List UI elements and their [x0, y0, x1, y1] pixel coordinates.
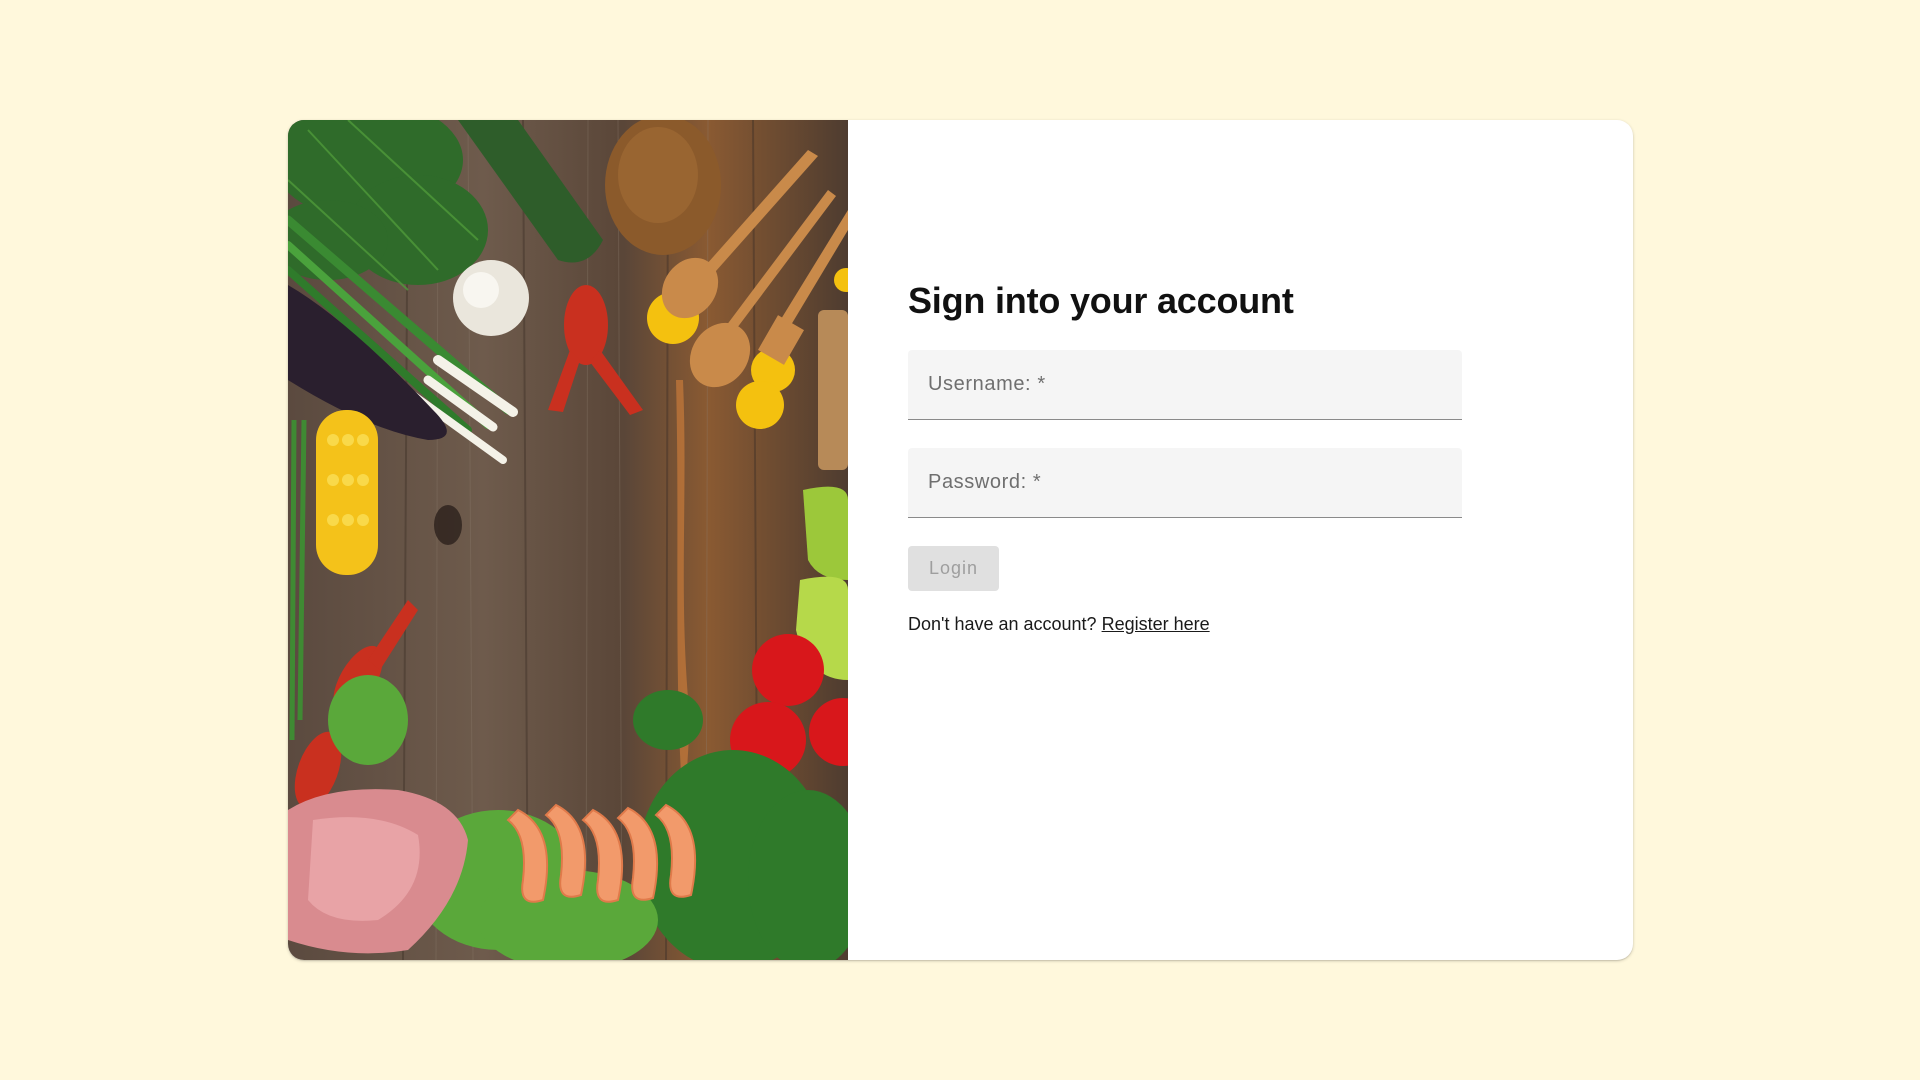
food-ingredients-image — [288, 120, 848, 960]
register-prompt-text: Don't have an account? — [908, 614, 1102, 634]
password-input[interactable] — [908, 448, 1462, 517]
login-button[interactable]: Login — [908, 546, 999, 591]
page-title: Sign into your account — [908, 280, 1294, 321]
username-input[interactable] — [908, 350, 1462, 419]
username-field-container — [908, 350, 1462, 420]
password-field-container — [908, 448, 1462, 518]
login-card: Sign into your account Login Don't have … — [288, 120, 1633, 960]
register-prompt-line: Don't have an account? Register here — [908, 614, 1210, 635]
sign-in-form: Sign into your account Login Don't have … — [848, 120, 1633, 960]
register-link[interactable]: Register here — [1102, 614, 1210, 634]
